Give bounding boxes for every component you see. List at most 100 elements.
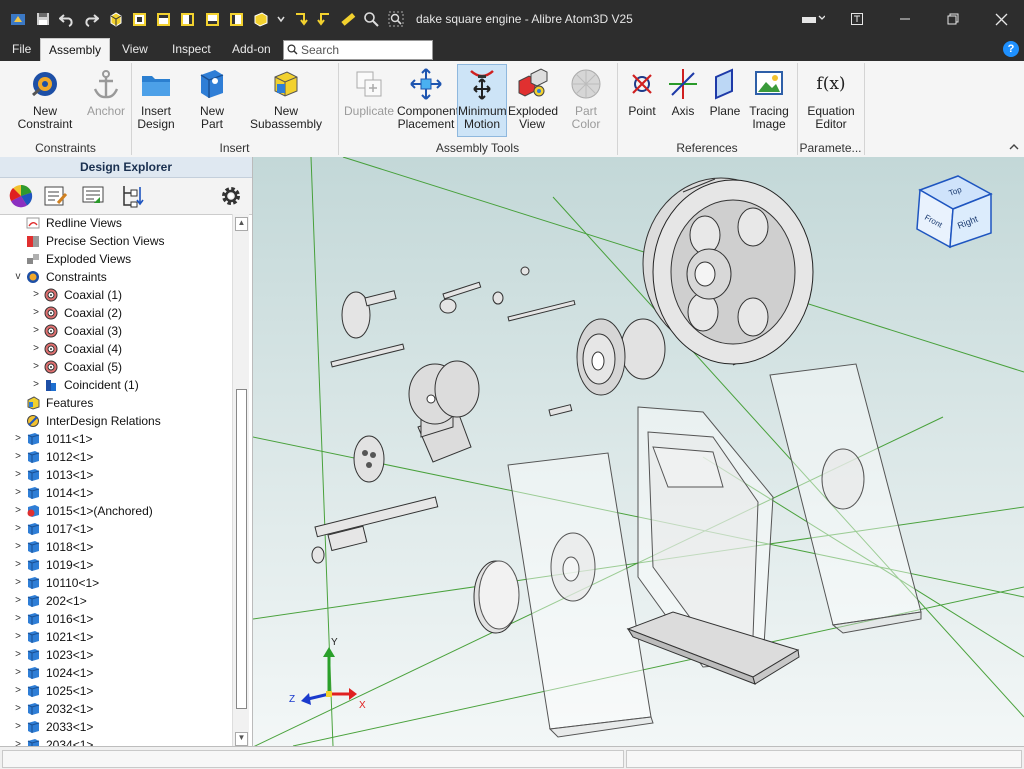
expand-chevron-icon[interactable]: >	[12, 628, 24, 646]
tree-item[interactable]: Exploded Views	[26, 250, 232, 268]
properties-icon[interactable]	[42, 183, 68, 209]
redo-icon[interactable]	[83, 11, 99, 27]
axis-button[interactable]: Axis	[665, 65, 701, 118]
help-icon[interactable]: ?	[1003, 41, 1019, 57]
expand-chevron-icon[interactable]: >	[12, 646, 24, 664]
tree-item[interactable]: v Constraints	[16, 268, 232, 286]
minimum-motion-button[interactable]: Minimum Motion	[457, 64, 507, 137]
new-subassembly-button[interactable]: New Subassembly	[240, 65, 332, 131]
flywheel-part[interactable]	[642, 177, 814, 366]
tree-scrollbar[interactable]: ▲ ▼	[232, 214, 249, 746]
expand-chevron-icon[interactable]: >	[12, 538, 24, 556]
component-placement-button[interactable]: Component Placement	[397, 65, 459, 131]
expand-chevron-icon[interactable]: >	[12, 718, 24, 736]
measure-icon[interactable]	[340, 11, 356, 27]
expand-chevron-icon[interactable]: >	[12, 502, 24, 520]
scroll-up-icon[interactable]: ▲	[235, 217, 248, 231]
tree-item[interactable]: > Coaxial (1)	[33, 286, 232, 304]
scroll-down-icon[interactable]: ▼	[235, 732, 248, 746]
color-wheel-icon[interactable]	[8, 183, 34, 209]
expand-chevron-icon[interactable]: >	[12, 664, 24, 682]
menu-file[interactable]: File	[4, 38, 39, 61]
exploded-view-button[interactable]: Exploded View	[508, 65, 558, 131]
expand-chevron-icon[interactable]: >	[30, 358, 42, 376]
part-color-button[interactable]: Part Color	[560, 65, 612, 131]
search-input[interactable]: Search	[283, 40, 433, 60]
expand-chevron-icon[interactable]: >	[12, 520, 24, 538]
duplicate-button[interactable]: Duplicate	[343, 65, 395, 118]
expand-chevron-icon[interactable]: >	[12, 592, 24, 610]
cover-disc-part[interactable]	[473, 560, 520, 634]
new-constraint-button[interactable]: New Constraint	[6, 65, 84, 131]
tree-item[interactable]: >202<1>	[15, 592, 232, 610]
point-button[interactable]: Point	[624, 65, 660, 118]
expand-chevron-icon[interactable]: >	[30, 340, 42, 358]
view-cube[interactable]: Top Front Right	[916, 175, 993, 249]
tree-item[interactable]: Redline Views	[26, 214, 232, 232]
tree-item[interactable]: InterDesign Relations	[26, 412, 232, 430]
tree-item[interactable]: >1014<1>	[15, 484, 232, 502]
minimize-button[interactable]	[882, 0, 928, 38]
equation-editor-button[interactable]: f(x) Equation Editor	[804, 65, 858, 131]
crankshaft-part[interactable]	[311, 496, 439, 564]
ribbon-toggle-button[interactable]	[834, 0, 880, 38]
tree-item[interactable]: >1019<1>	[15, 556, 232, 574]
close-button[interactable]	[978, 0, 1024, 38]
tree-item[interactable]: >1021<1>	[15, 628, 232, 646]
tree-item[interactable]: > Coaxial (2)	[33, 304, 232, 322]
expand-chevron-icon[interactable]: >	[12, 430, 24, 448]
ribbon-display-options-button[interactable]	[792, 0, 834, 38]
bearing-block-part[interactable]	[408, 360, 480, 463]
view-cube-iso-icon[interactable]	[108, 11, 124, 27]
back-plate-part[interactable]	[769, 363, 922, 634]
tree-item[interactable]: >2034<1>	[15, 736, 232, 746]
tracing-image-button[interactable]: Tracing Image	[748, 65, 790, 131]
model-view[interactable]: Y X Z Top Front Right	[253, 157, 1024, 746]
hub-part[interactable]	[576, 318, 666, 396]
tree-item[interactable]: > Coaxial (4)	[33, 340, 232, 358]
collapse-chevron-icon[interactable]: v	[12, 268, 24, 286]
plane-button[interactable]: Plane	[707, 65, 743, 118]
expand-chevron-icon[interactable]: >	[30, 286, 42, 304]
tree-item[interactable]: >2033<1>	[15, 718, 232, 736]
tree-item[interactable]: >2032<1>	[15, 700, 232, 718]
tab-addon[interactable]: Add-on	[224, 38, 279, 61]
tree-item[interactable]: > Coincident (1)	[33, 376, 232, 394]
view-left-icon[interactable]	[229, 11, 245, 27]
collapse-ribbon-icon[interactable]	[1008, 141, 1020, 153]
tree-item[interactable]: > Coaxial (3)	[33, 322, 232, 340]
expand-chevron-icon[interactable]: >	[12, 736, 24, 746]
tree-item[interactable]: >1017<1>	[15, 520, 232, 538]
insert-design-button[interactable]: Insert Design	[136, 65, 176, 131]
anchor-button[interactable]: Anchor	[86, 65, 126, 118]
tree-item[interactable]: >10110<1>	[15, 574, 232, 592]
eccentric-disc-part[interactable]	[353, 435, 385, 483]
expand-chevron-icon[interactable]: >	[12, 448, 24, 466]
tree-item[interactable]: >1025<1>	[15, 682, 232, 700]
undo-icon[interactable]	[59, 11, 75, 27]
tree-item[interactable]: >1023<1>	[15, 646, 232, 664]
expand-chevron-icon[interactable]: >	[30, 376, 42, 394]
tab-assembly[interactable]: Assembly	[40, 38, 111, 63]
expand-chevron-icon[interactable]: >	[30, 304, 42, 322]
tab-view[interactable]: View	[114, 38, 156, 61]
tree-item[interactable]: >1012<1>	[15, 448, 232, 466]
view-iso-icon[interactable]	[253, 11, 269, 27]
3d-viewport[interactable]: Y X Z Top Front Right	[253, 157, 1024, 746]
view-back-icon[interactable]	[205, 11, 221, 27]
expand-chevron-icon[interactable]: >	[30, 322, 42, 340]
new-part-button[interactable]: New Part	[188, 65, 236, 131]
save-icon[interactable]	[35, 11, 51, 27]
view-front-icon[interactable]	[132, 11, 148, 27]
tree-item[interactable]: >1016<1>	[15, 610, 232, 628]
expand-chevron-icon[interactable]: >	[12, 466, 24, 484]
view-right-icon[interactable]	[180, 11, 196, 27]
zoom-select-icon[interactable]	[388, 11, 404, 27]
tree-item[interactable]: >1018<1>	[15, 538, 232, 556]
tree-item[interactable]: >1013<1>	[15, 466, 232, 484]
settings-gear-icon[interactable]	[218, 183, 244, 209]
tree-item[interactable]: >1015<1>(Anchored)	[15, 502, 232, 520]
expand-chevron-icon[interactable]: >	[12, 682, 24, 700]
tree-item[interactable]: >1024<1>	[15, 664, 232, 682]
zoom-icon[interactable]	[363, 11, 379, 27]
